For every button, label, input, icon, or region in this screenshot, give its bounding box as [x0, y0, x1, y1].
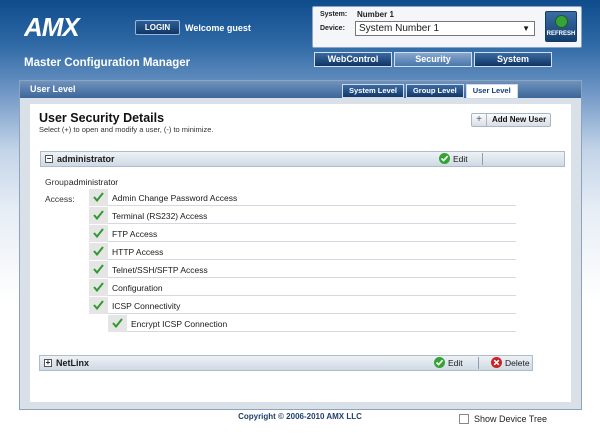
access-item[interactable]: Admin Change Password Access: [89, 189, 516, 206]
device-label: Device:: [320, 25, 345, 32]
add-new-user-button[interactable]: + Add New User: [471, 113, 551, 127]
access-item-label: Telnet/SSH/SFTP Access: [112, 265, 208, 275]
sub-tabs: System Level Group Level User Level: [342, 84, 520, 99]
access-item-label: FTP Access: [112, 229, 158, 239]
edit-button[interactable]: Edit: [439, 153, 475, 165]
user-section-administrator: − administrator Edit: [40, 151, 565, 167]
delete-label: Delete: [505, 358, 530, 368]
device-select[interactable]: System Number 1 ▼: [355, 21, 535, 36]
edit-button[interactable]: Edit: [434, 357, 468, 369]
group-label: Group:: [45, 177, 71, 187]
checkbox-checked[interactable]: [89, 279, 108, 296]
edit-label: Edit: [448, 358, 463, 368]
checkbox-checked[interactable]: [108, 315, 127, 332]
system-selector-panel: System: Number 1 Device: System Number 1…: [312, 6, 582, 48]
access-label: Access:: [45, 194, 75, 204]
checkbox-unchecked[interactable]: [459, 414, 469, 424]
checkmark-icon: [93, 228, 104, 238]
main-tabs: WebControl Security System: [314, 52, 554, 67]
access-item-label: Terminal (RS232) Access: [112, 211, 208, 221]
edit-check-icon: [434, 357, 445, 368]
amx-logo: AMX: [24, 13, 82, 41]
checkmark-icon: [112, 318, 123, 328]
checkbox-checked[interactable]: [89, 297, 108, 314]
access-item[interactable]: Telnet/SSH/SFTP Access: [89, 261, 516, 278]
access-item[interactable]: Terminal (RS232) Access: [89, 207, 516, 224]
collapse-toggle[interactable]: −: [45, 155, 53, 163]
refresh-icon: [555, 15, 568, 28]
checkmark-icon: [93, 246, 104, 256]
system-label: System:: [320, 11, 348, 18]
checkmark-icon: [93, 210, 104, 220]
tab-system[interactable]: System: [474, 52, 552, 67]
refresh-label: REFRESH: [546, 31, 576, 37]
checkbox-checked[interactable]: [89, 189, 108, 206]
refresh-button[interactable]: REFRESH: [545, 11, 577, 42]
login-button[interactable]: LOGIN: [135, 20, 180, 35]
tab-security[interactable]: Security: [394, 52, 472, 67]
expand-toggle[interactable]: +: [44, 359, 52, 367]
access-item[interactable]: ICSP Connectivity: [89, 297, 516, 314]
divider: [482, 153, 483, 165]
plus-icon: +: [472, 114, 487, 126]
welcome-text: Welcome guest: [185, 23, 251, 33]
access-item[interactable]: Configuration: [89, 279, 516, 296]
svg-text:AMX: AMX: [24, 13, 81, 41]
checkmark-icon: [93, 192, 104, 202]
checkmark-icon: [93, 264, 104, 274]
access-item[interactable]: FTP Access: [89, 225, 516, 242]
access-item-label: HTTP Access: [112, 247, 164, 257]
edit-check-icon: [439, 153, 450, 164]
subtab-system-level[interactable]: System Level: [342, 84, 404, 98]
checkbox-checked[interactable]: [89, 225, 108, 242]
details-subtitle: Select (+) to open and modify a user, (-…: [39, 125, 214, 134]
show-device-tree-label: Show Device Tree: [474, 414, 548, 424]
access-item-sub[interactable]: Encrypt ICSP Connection: [108, 315, 516, 332]
user-name: NetLinx: [56, 358, 90, 368]
access-item-label: Admin Change Password Access: [112, 193, 238, 203]
device-select-value: System Number 1: [359, 23, 440, 34]
checkmark-icon: [93, 282, 104, 292]
checkbox-checked[interactable]: [89, 261, 108, 278]
tab-webcontrol[interactable]: WebControl: [314, 52, 392, 67]
subtab-group-level[interactable]: Group Level: [405, 84, 464, 98]
access-item-label: ICSP Connectivity: [112, 301, 181, 311]
checkbox-checked[interactable]: [89, 243, 108, 260]
app-title: Master Configuration Manager: [24, 57, 191, 69]
delete-x-icon: [491, 357, 502, 368]
access-item-label: Configuration: [112, 283, 163, 293]
checkmark-icon: [93, 300, 104, 310]
user-section-netlinx: + NetLinx Edit Delete: [39, 355, 533, 371]
access-item-label: Encrypt ICSP Connection: [131, 319, 228, 329]
subtab-user-level[interactable]: User Level: [465, 84, 518, 99]
divider: [478, 357, 479, 369]
system-value: Number 1: [357, 10, 394, 19]
checkbox-checked[interactable]: [89, 207, 108, 224]
delete-button[interactable]: Delete: [491, 357, 533, 369]
access-item[interactable]: HTTP Access: [89, 243, 516, 260]
edit-label: Edit: [453, 154, 468, 164]
chevron-down-icon: ▼: [522, 24, 530, 33]
add-new-user-label: Add New User: [492, 115, 547, 124]
details-title: User Security Details: [39, 111, 165, 125]
user-name: administrator: [57, 154, 115, 164]
group-value: administrator: [69, 177, 119, 187]
